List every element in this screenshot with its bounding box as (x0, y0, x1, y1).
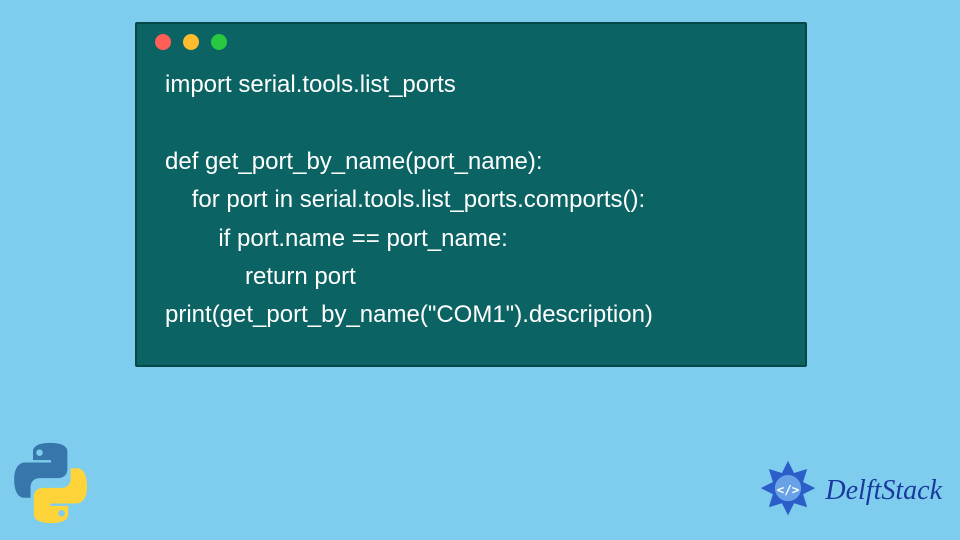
minimize-icon (183, 34, 199, 50)
code-window: import serial.tools.list_ports def get_p… (135, 22, 807, 367)
code-block: import serial.tools.list_ports def get_p… (137, 60, 805, 335)
brand-text: DelftStack (825, 475, 942, 507)
window-titlebar (137, 24, 805, 60)
delftstack-branding: </> DelftStack (757, 460, 942, 522)
maximize-icon (211, 34, 227, 50)
close-icon (155, 34, 171, 50)
svg-text:</>: </> (777, 482, 800, 497)
python-logo-icon (6, 438, 96, 528)
delftstack-logo-icon: </> (757, 460, 819, 522)
